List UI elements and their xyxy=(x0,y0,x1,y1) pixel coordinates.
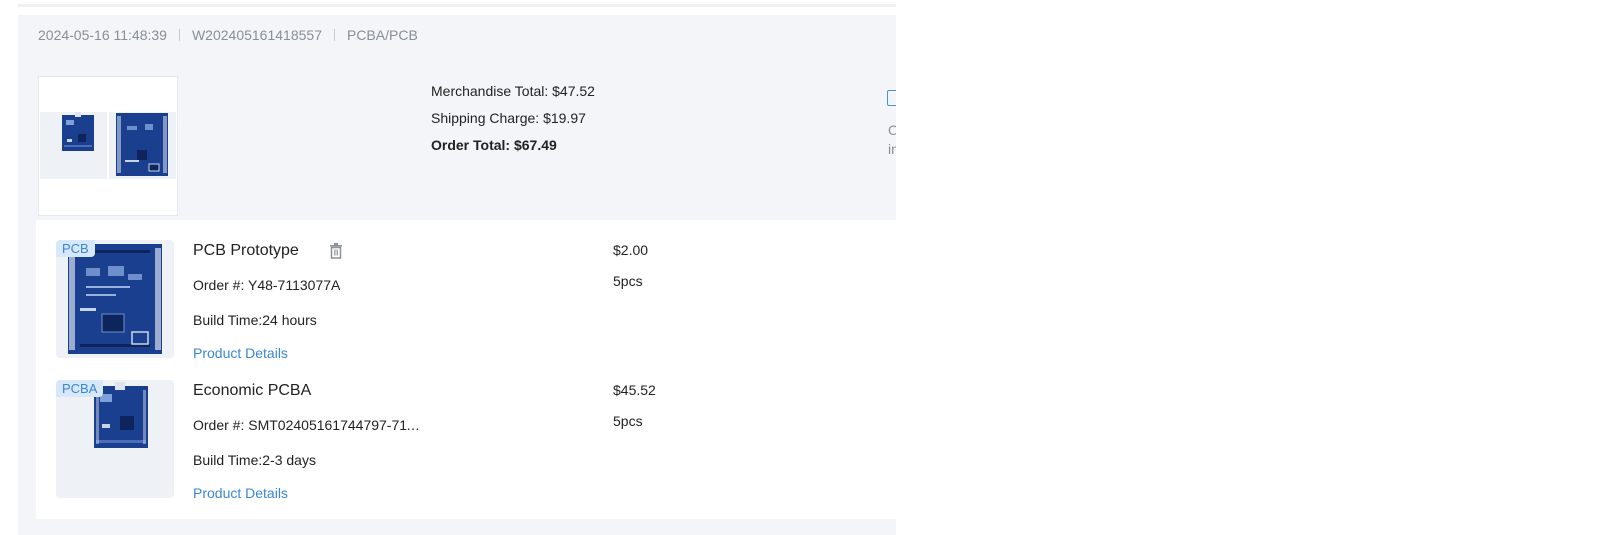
product-image[interactable]: PCB xyxy=(56,240,174,358)
meta-separator xyxy=(178,29,180,41)
meta-separator xyxy=(333,29,335,41)
product-quantity: 5pcs xyxy=(613,413,643,429)
order-totals: Merchandise Total: $47.52 Shipping Charg… xyxy=(431,82,595,163)
order-id: W202405161418557 xyxy=(191,27,322,43)
viewport: 2024-05-16 11:48:39 W202405161418557 PCB… xyxy=(0,0,1607,535)
product-details-link[interactable]: Product Details xyxy=(193,485,288,501)
list-item: PCBA Economic PCBA Order #: SMT024051617… xyxy=(36,380,896,510)
product-quantity: 5pcs xyxy=(613,273,643,289)
thumbnail-pcb xyxy=(109,112,176,179)
merchandise-total: Merchandise Total: $47.52 xyxy=(431,83,595,99)
list-item: PCB PCB Prototype Order #: Y48-7113077A … xyxy=(36,240,896,370)
product-order-number: Order #: SMT02405161744797-7113077A xyxy=(193,417,425,433)
order-items: PCB PCB Prototype Order #: Y48-7113077A … xyxy=(36,220,896,519)
pcb-board-image xyxy=(116,113,168,176)
product-type-tag: PCB xyxy=(56,240,95,257)
top-divider xyxy=(18,4,896,7)
product-order-number: Order #: Y48-7113077A xyxy=(193,277,341,293)
order-category: PCBA/PCB xyxy=(346,27,418,43)
pcba-board-image xyxy=(62,112,94,151)
side-text-line1: O xyxy=(888,122,896,138)
shipping-charge: Shipping Charge: $19.97 xyxy=(431,110,586,126)
side-text-line2: in xyxy=(888,141,896,157)
document-icon[interactable] xyxy=(887,90,896,106)
order-thumbnails[interactable] xyxy=(38,76,178,216)
order-total: Order Total: $67.49 xyxy=(431,137,557,153)
product-name: PCB Prototype xyxy=(193,242,299,259)
product-price: $45.52 xyxy=(613,382,656,398)
order-meta: 2024-05-16 11:48:39 W202405161418557 PCB… xyxy=(38,27,418,43)
order-card: 2024-05-16 11:48:39 W202405161418557 PCB… xyxy=(18,15,896,535)
product-price: $2.00 xyxy=(613,242,649,258)
pcba-board-image xyxy=(94,382,148,448)
product-name: Economic PCBA xyxy=(193,382,312,399)
product-build-time: Build Time:2-3 days xyxy=(193,452,316,468)
side-status-text: O in xyxy=(888,121,896,159)
product-image[interactable]: PCBA xyxy=(56,380,174,498)
order-datetime: 2024-05-16 11:48:39 xyxy=(38,27,167,43)
product-build-time: Build Time:24 hours xyxy=(193,312,317,328)
thumbnail-pcba xyxy=(40,112,107,179)
product-details-link[interactable]: Product Details xyxy=(193,345,288,361)
trash-icon[interactable] xyxy=(329,243,343,259)
product-type-tag: PCBA xyxy=(56,380,104,397)
pcb-board-image xyxy=(68,244,162,354)
